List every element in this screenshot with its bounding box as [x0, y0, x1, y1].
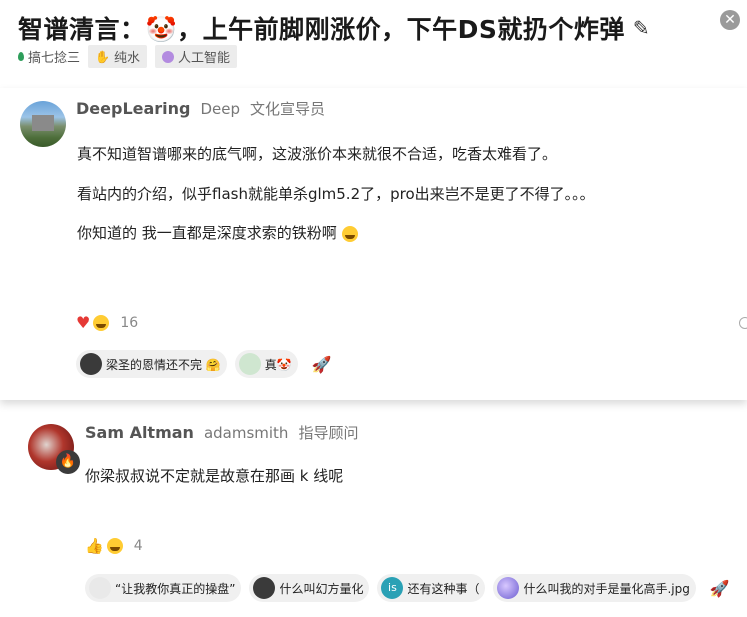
tag-label: 纯水: [113, 51, 140, 66]
user-title: 指导顾问: [298, 424, 359, 442]
linked-post-title: 什么叫幻方量化: [279, 581, 364, 596]
flame-icon: 🔥: [56, 450, 80, 474]
pencil-icon[interactable]: ✎: [633, 16, 650, 40]
post-meta: DeepLearing Deep 文化宣导员: [76, 98, 325, 119]
avatar: [253, 577, 276, 599]
tag-ai[interactable]: 人工智能: [154, 45, 237, 68]
user-title: 文化宣导员: [250, 100, 326, 118]
avatar: [238, 353, 261, 375]
linked-post-title: 什么叫我的对手是量化高手.jpg: [523, 581, 690, 596]
post-card: DeepLearing Deep 文化宣导员 真不知道智谱哪来的底气啊，这波涨价…: [0, 88, 747, 400]
topic-tags: 搞七捻三 ✋ 纯水 人工智能: [18, 45, 237, 68]
linked-post-title: “让我教你真正的操盘”: [115, 581, 236, 596]
reactions[interactable]: 👍 4: [85, 537, 143, 555]
laugh-emoji-icon[interactable]: [93, 314, 110, 331]
post-meta: Sam Altman adamsmith 指导顾问: [85, 422, 358, 443]
search-icon[interactable]: [739, 317, 747, 329]
linked-post-title: 还有这种事（: [407, 581, 480, 596]
category-dot-icon: [18, 52, 24, 61]
linked-post-chip[interactable]: 什么叫我的对手是量化高手.jpg: [493, 574, 696, 602]
avatar: [497, 577, 520, 599]
user-alt-name: Deep: [200, 100, 241, 118]
avatar: [89, 577, 111, 599]
brain-icon: [161, 50, 174, 63]
category-label: 搞七捻三: [28, 51, 81, 66]
linked-post-chip[interactable]: is 还有这种事（: [377, 574, 486, 602]
user-alt-name: adamsmith: [203, 424, 289, 442]
laugh-emoji-icon[interactable]: [106, 538, 123, 554]
laugh-emoji-icon: [341, 225, 358, 242]
linked-post-chip[interactable]: 梁圣的恩情还不完 🤗: [76, 350, 227, 378]
avatar: is: [381, 577, 404, 599]
linked-posts: “让我教你真正的操盘” 什么叫幻方量化 is 还有这种事（ 什么叫我的对手是量化…: [85, 574, 730, 602]
thumbs-up-icon[interactable]: 👍: [85, 537, 104, 555]
topic-title-text: 智谱清言：🤡，上午前脚刚涨价，下午DS就扔个炸弹: [18, 15, 625, 44]
post-paragraph: 看站内的介绍，似乎flash就能单杀glm5.2了，pro出来岂不是更了不得了。…: [77, 185, 595, 203]
post-paragraph: 真不知道智谱哪来的底气啊，这波涨价本来就很不合适，吃香太难看了。: [77, 145, 558, 163]
linked-post-title: 梁圣的恩情还不完 🤗: [106, 357, 221, 372]
reactions[interactable]: ♥ 16: [76, 313, 138, 332]
reaction-count: 4: [133, 538, 143, 554]
linked-post-title: 真🤡: [264, 357, 292, 372]
rocket-icon[interactable]: 🚀: [710, 579, 730, 598]
tag-label: 人工智能: [177, 51, 230, 66]
close-icon[interactable]: ✕: [720, 10, 740, 30]
linked-post-chip[interactable]: 真🤡: [234, 350, 298, 378]
category-badge[interactable]: 搞七捻三: [18, 45, 80, 68]
hand-icon: ✋: [95, 49, 110, 64]
heart-icon[interactable]: ♥: [76, 313, 90, 332]
post-paragraph-with-emoji: 你知道的 我一直都是深度求索的铁粉啊: [77, 222, 358, 243]
topic-title: 智谱清言：🤡，上午前脚刚涨价，下午DS就扔个炸弹 ✎: [18, 10, 650, 46]
reaction-count: 16: [120, 314, 139, 331]
avatar: [80, 353, 102, 375]
linked-posts: 梁圣的恩情还不完 🤗 真🤡 🚀: [76, 350, 332, 378]
tag-chunshui[interactable]: ✋ 纯水: [88, 45, 147, 68]
post-paragraph: 你梁叔叔说不定就是故意在那画 k 线呢: [85, 467, 344, 485]
avatar[interactable]: [20, 101, 66, 147]
username[interactable]: DeepLearing: [76, 99, 191, 118]
post-paragraph: 你知道的 我一直都是深度求索的铁粉啊: [77, 224, 337, 242]
rocket-icon[interactable]: 🚀: [312, 355, 332, 374]
linked-post-chip[interactable]: 什么叫幻方量化: [249, 574, 370, 602]
username[interactable]: Sam Altman: [85, 423, 194, 442]
linked-post-chip[interactable]: “让我教你真正的操盘”: [85, 574, 242, 602]
